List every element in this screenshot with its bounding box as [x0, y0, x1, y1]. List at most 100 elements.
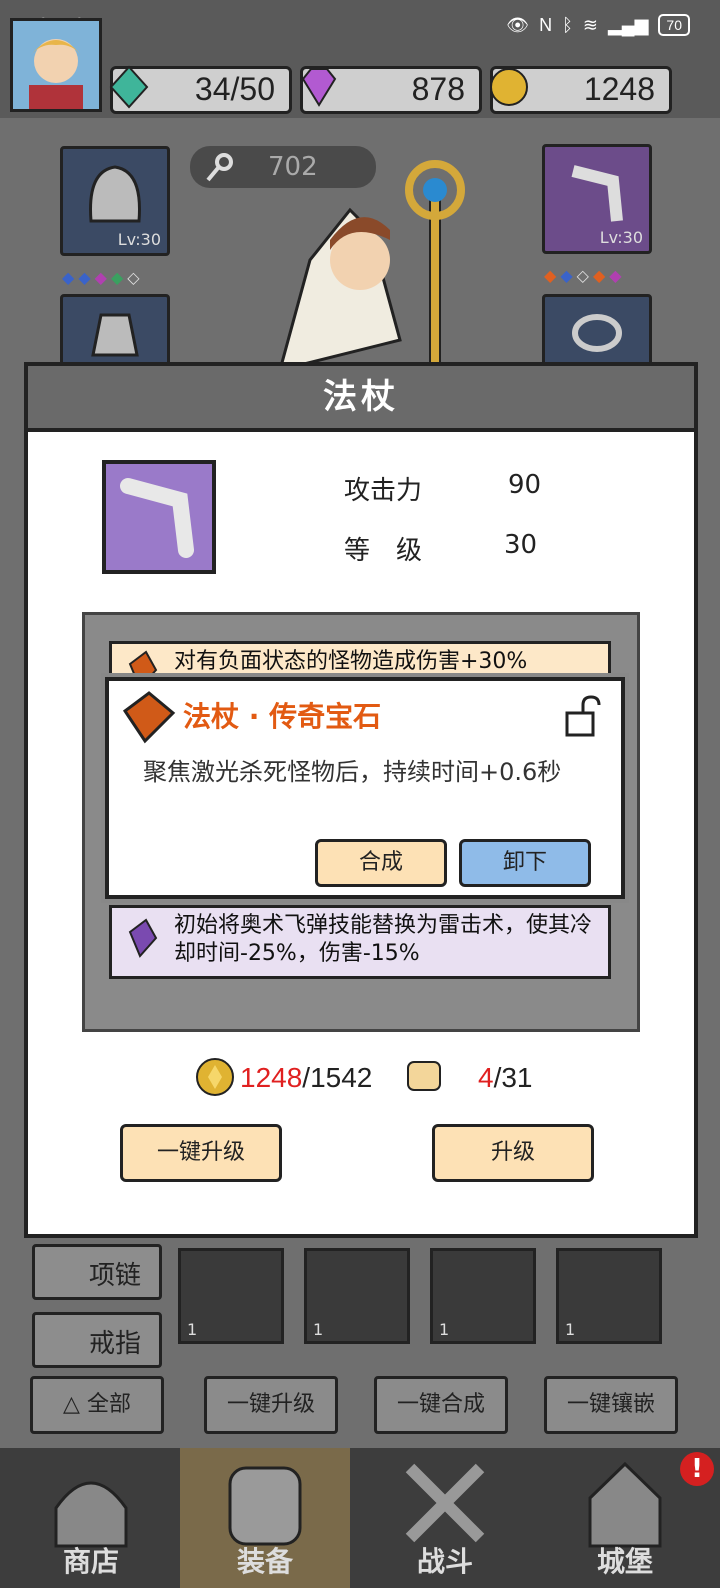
slot-level: Lv:30	[599, 228, 643, 247]
coin-icon	[196, 1058, 234, 1096]
category-label: 项链	[89, 1261, 142, 1291]
socket-gem-icon: ◆	[94, 268, 107, 287]
inventory-item[interactable]: 1	[304, 1248, 410, 1344]
power-key-icon	[206, 153, 233, 182]
unlock-icon[interactable]	[563, 695, 603, 739]
scroll-icon	[407, 1061, 441, 1091]
socket-gem-icon: ◇	[127, 268, 140, 287]
socket-gem-icon: ◆	[62, 268, 75, 287]
socket-gem-icon: ◆	[110, 268, 124, 287]
energy-counter[interactable]: 34/50	[109, 65, 292, 114]
socket-gem-icon: ◆	[609, 266, 622, 285]
socket-gem-icon: ◆	[592, 266, 606, 285]
scroll-have: 4	[478, 1062, 494, 1093]
popup-title: 法杖 · 传奇宝石	[183, 700, 382, 733]
player-avatar[interactable]	[10, 18, 102, 112]
upgrade-all-button[interactable]: 一键升级	[120, 1124, 282, 1182]
nav-label: 城堡	[596, 1545, 653, 1578]
robe-icon	[91, 313, 139, 357]
staff-icon	[120, 478, 194, 558]
gem-sockets-left: ◆ ◆ ◆ ◆ ◇	[62, 268, 140, 287]
helmet-slot[interactable]: Lv:30	[60, 146, 170, 256]
nav-label: 战斗	[416, 1545, 473, 1578]
backpack-icon	[228, 1466, 302, 1546]
nav-equip[interactable]: 装备	[180, 1448, 350, 1588]
gem-counter[interactable]: 878	[300, 66, 482, 114]
nfc-icon: N	[539, 14, 553, 35]
status-icons: 👁 N ᛒ ≋ ▂▄▆ 70	[506, 14, 690, 36]
inventory-item[interactable]: 1	[556, 1248, 662, 1344]
slot-level: Lv:30	[117, 230, 161, 249]
socket-gem-icon: ◆	[544, 266, 557, 285]
hood-icon	[89, 165, 141, 223]
triangle-icon: △	[63, 1392, 87, 1417]
coin-have: 1248	[240, 1062, 303, 1093]
gem-effect-text: 初始将奥术飞弹技能替换为雷击术，使其冷却时间-25%，伤害-15%	[174, 913, 593, 966]
nav-shop[interactable]: 商店	[6, 1448, 176, 1588]
crossed-swords-icon	[405, 1463, 485, 1543]
scroll-need: /31	[493, 1062, 533, 1093]
gem-effect-row[interactable]: 初始将奥术飞弹技能替换为雷击术，使其冷却时间-25%，伤害-15%	[109, 905, 611, 979]
purple-gem-icon	[128, 918, 158, 958]
ring-icon	[572, 314, 622, 352]
equipment-detail-dialog: 法杖 攻击力 90 等 级 30 对有负面状态的怪物造成伤害+30% 初始将奥术…	[24, 362, 698, 1238]
batch-combine-button[interactable]: 一键合成	[374, 1376, 508, 1434]
category-ring[interactable]: 戒指	[32, 1312, 162, 1368]
socket-gem-icon: ◆	[560, 266, 573, 285]
notification-badge: !	[680, 1452, 714, 1486]
coin-cost: 1248/1542	[240, 1062, 372, 1094]
item-count: 1	[313, 1320, 324, 1339]
staff-icon	[571, 165, 623, 222]
level-label: 等 级	[344, 536, 423, 566]
castle-icon	[588, 1461, 662, 1548]
gem-detail-popup: 法杖 · 传奇宝石 聚焦激光杀死怪物后，持续时间+0.6秒 合成 卸下	[105, 677, 625, 899]
gem-socket-panel: 对有负面状态的怪物造成伤害+30% 初始将奥术飞弹技能替换为雷击术，使其冷却时间…	[82, 612, 640, 1032]
filter-label: 全部	[86, 1392, 131, 1417]
coin-value: 1248	[583, 71, 655, 107]
item-icon	[102, 460, 216, 574]
battery-icon: 70	[658, 14, 690, 36]
status-bar: 8:18 👁 N ᛒ ≋ ▂▄▆ 70	[0, 0, 720, 56]
upgrade-button[interactable]: 升级	[432, 1124, 594, 1182]
nav-castle[interactable]: 城堡 !	[540, 1448, 714, 1588]
category-label: 戒指	[89, 1329, 142, 1359]
dialog-title: 法杖	[28, 366, 694, 432]
eye-icon: 👁	[506, 14, 530, 35]
gem-effect-text: 对有负面状态的怪物造成伤害+30%	[174, 649, 528, 674]
attack-value: 90	[508, 470, 542, 500]
category-necklace[interactable]: 项链	[32, 1244, 162, 1300]
hero-character	[278, 160, 465, 370]
energy-crystal-icon	[109, 65, 149, 109]
combine-button[interactable]: 合成	[315, 839, 447, 887]
inventory-item[interactable]: 1	[178, 1248, 284, 1344]
weapon-slot[interactable]: Lv:30	[542, 144, 652, 254]
batch-upgrade-button[interactable]: 一键升级	[204, 1376, 338, 1434]
attack-label: 攻击力	[344, 476, 423, 506]
energy-value: 34/50	[194, 71, 275, 107]
nav-label: 商店	[62, 1545, 119, 1578]
item-count: 1	[439, 1320, 450, 1339]
coin-need: /1542	[302, 1062, 373, 1093]
socket-gem-icon: ◆	[78, 268, 91, 287]
item-count: 1	[565, 1320, 576, 1339]
signal-icon: ▂▄▆	[607, 14, 649, 35]
filter-all-button[interactable]: △ 全部	[30, 1376, 164, 1434]
socket-gem-icon: ◇	[576, 266, 589, 285]
inventory-item[interactable]: 1	[430, 1248, 536, 1344]
item-count: 1	[187, 1320, 198, 1339]
level-value: 30	[504, 530, 538, 560]
nav-battle[interactable]: 战斗	[360, 1448, 530, 1588]
popup-description: 聚焦激光杀死怪物后，持续时间+0.6秒	[143, 758, 562, 786]
scroll-cost: 4/31	[478, 1062, 533, 1094]
ring-slot[interactable]	[542, 294, 652, 366]
coin-counter[interactable]: 1248	[490, 66, 672, 114]
avatar-portrait-icon	[13, 21, 99, 109]
coin-icon	[490, 68, 528, 106]
batch-embed-button[interactable]: 一键镶嵌	[544, 1376, 678, 1434]
bottom-navigation: 商店 装备 战斗 城堡 !	[0, 1448, 720, 1588]
armor-slot[interactable]	[60, 294, 170, 366]
diamond-icon	[301, 68, 337, 107]
bluetooth-icon: ᛒ	[562, 14, 573, 35]
unequip-button[interactable]: 卸下	[459, 839, 591, 887]
shop-icon	[54, 1481, 128, 1548]
